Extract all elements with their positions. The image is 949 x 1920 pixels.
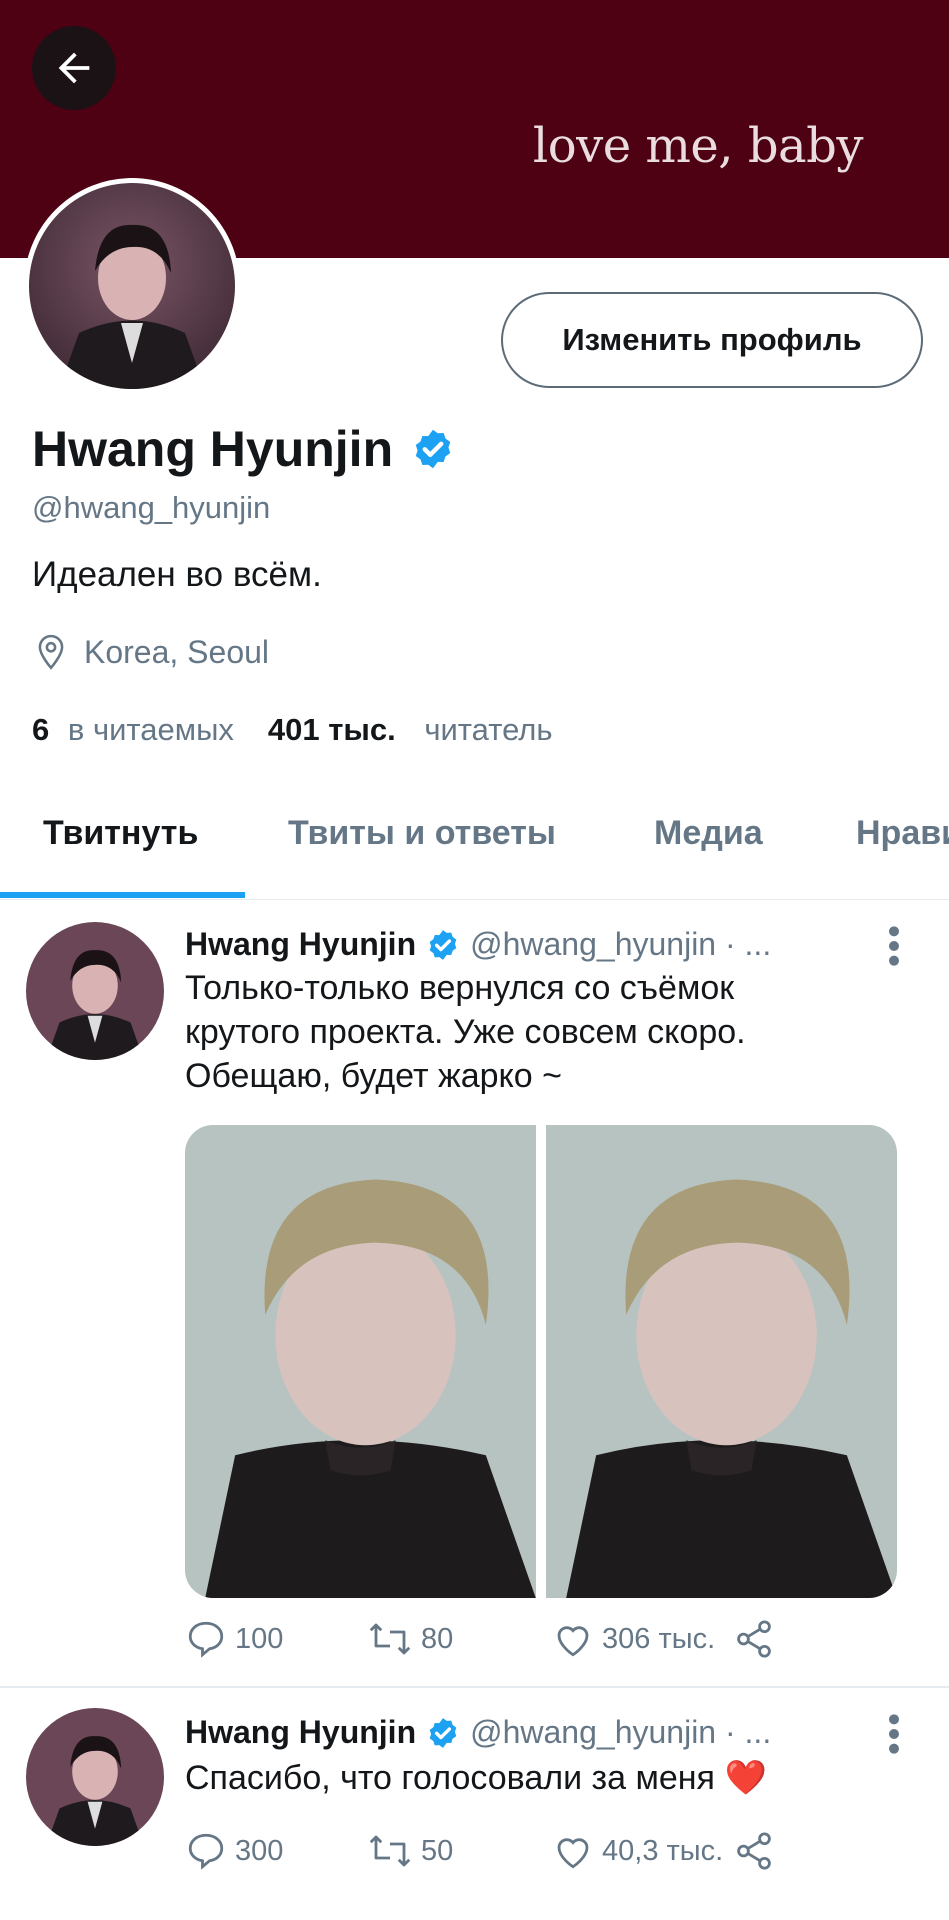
reply-count: 300 <box>235 1834 284 1867</box>
tweet-avatar[interactable] <box>26 1708 164 1846</box>
tweet-text-line: крутого проекта. Уже совсем скоро. <box>185 1013 746 1051</box>
heart-icon <box>557 1838 589 1869</box>
tweet-header: Hwang Hyunjin @hwang_hyunjin · ... <box>185 926 771 963</box>
tweet-author-handle: @hwang_hyunjin · ... <box>470 926 772 962</box>
followers-count: 401 тыс. <box>267 712 396 747</box>
avatar-photo <box>26 922 164 1060</box>
retweet-icon <box>369 1623 411 1655</box>
tweet-item[interactable]: Hwang Hyunjin @hwang_hyunjin · ... Тольк… <box>0 900 949 1686</box>
share-button[interactable] <box>733 1830 775 1872</box>
tweet-photo[interactable] <box>185 1125 536 1598</box>
retweet-button[interactable]: 50 <box>367 1830 453 1872</box>
tweet-text: Только-только вернулся со съёмок крутого… <box>185 966 905 1098</box>
like-button[interactable]: 306 тыс. <box>552 1618 715 1660</box>
tab-tweets[interactable]: Твитнуть <box>43 814 198 853</box>
profile-location: Korea, Seoul <box>32 633 269 671</box>
tweet-actions: 300 50 40,3 тыс. <box>185 1830 925 1880</box>
reply-button[interactable]: 300 <box>185 1830 283 1872</box>
heart-emoji: ❤️ <box>724 1759 768 1797</box>
location-text: Korea, Seoul <box>84 633 270 670</box>
tab-likes[interactable]: Нравится <box>856 814 949 853</box>
verified-badge-icon <box>415 429 451 469</box>
profile-tabs: Твитнуть Твиты и ответы Медиа Нравится <box>0 782 949 900</box>
followers-label: читатель <box>424 712 553 747</box>
share-button[interactable] <box>733 1618 775 1660</box>
following-link[interactable]: 6 в читаемых <box>32 712 234 748</box>
like-button[interactable]: 40,3 тыс. <box>552 1830 723 1872</box>
following-count: 6 <box>32 712 50 747</box>
retweet-icon <box>369 1835 411 1867</box>
like-count: 40,3 тыс. <box>602 1834 724 1867</box>
tweet-text-line: Обещаю, будет жарко ~ <box>185 1057 562 1095</box>
profile-name: Hwang Hyunjin <box>32 420 455 478</box>
tweet-author-name[interactable]: Hwang Hyunjin <box>185 1714 416 1751</box>
following-label: в читаемых <box>67 712 234 747</box>
like-count: 306 тыс. <box>602 1622 716 1655</box>
profile-avatar[interactable] <box>24 178 240 394</box>
profile-bio: Идеален во всём. <box>32 555 322 594</box>
arrow-left-icon <box>58 52 90 84</box>
location-pin-icon <box>38 634 64 670</box>
tweet-text-line: Только-только вернулся со съёмок <box>185 969 735 1007</box>
reply-button[interactable]: 100 <box>185 1618 283 1660</box>
tweet-avatar[interactable] <box>26 922 164 1060</box>
more-vertical-icon[interactable] <box>880 924 908 968</box>
profile-name-text: Hwang Hyunjin <box>32 421 394 477</box>
tweet-media-grid <box>185 1125 897 1598</box>
share-icon <box>737 1832 771 1870</box>
banner-text: love me, baby <box>532 118 864 174</box>
tweet-item[interactable]: Hwang Hyunjin @hwang_hyunjin · ... Спаси… <box>0 1688 949 1920</box>
tweet-actions: 100 80 306 тыс. <box>185 1618 925 1668</box>
reply-count: 100 <box>235 1622 284 1655</box>
share-icon <box>737 1620 771 1658</box>
retweet-count: 50 <box>421 1834 454 1867</box>
followers-link[interactable]: 401 тыс. читатель <box>268 712 553 748</box>
back-button[interactable] <box>32 26 116 110</box>
profile-handle: @hwang_hyunjin <box>32 490 271 525</box>
active-tab-indicator <box>0 892 245 898</box>
follow-stats: 6 в читаемых 401 тыс. читатель <box>32 712 553 748</box>
tweet-text-body: Спасибо, что голосовали за меня <box>185 1759 715 1797</box>
tweet-author-handle: @hwang_hyunjin · ... <box>470 1714 772 1750</box>
retweet-count: 80 <box>421 1622 454 1655</box>
reply-icon <box>188 1833 224 1870</box>
avatar-photo <box>26 1708 164 1846</box>
avatar-photo <box>29 183 235 389</box>
verified-badge-icon <box>429 1717 457 1748</box>
edit-profile-button[interactable]: Изменить профиль <box>501 292 923 388</box>
retweet-button[interactable]: 80 <box>367 1618 453 1660</box>
tweet-photo[interactable] <box>546 1125 897 1598</box>
verified-badge-icon <box>429 929 457 960</box>
more-vertical-icon[interactable] <box>880 1712 908 1756</box>
heart-icon <box>557 1626 589 1657</box>
tab-media[interactable]: Медиа <box>654 814 763 853</box>
tweet-header: Hwang Hyunjin @hwang_hyunjin · ... <box>185 1714 771 1751</box>
reply-icon <box>188 1621 224 1658</box>
tab-tweets-replies[interactable]: Твиты и ответы <box>288 814 556 853</box>
tweet-author-name[interactable]: Hwang Hyunjin <box>185 926 416 963</box>
tweet-text: Спасибо, что голосовали за меня ❤️ <box>185 1756 905 1800</box>
